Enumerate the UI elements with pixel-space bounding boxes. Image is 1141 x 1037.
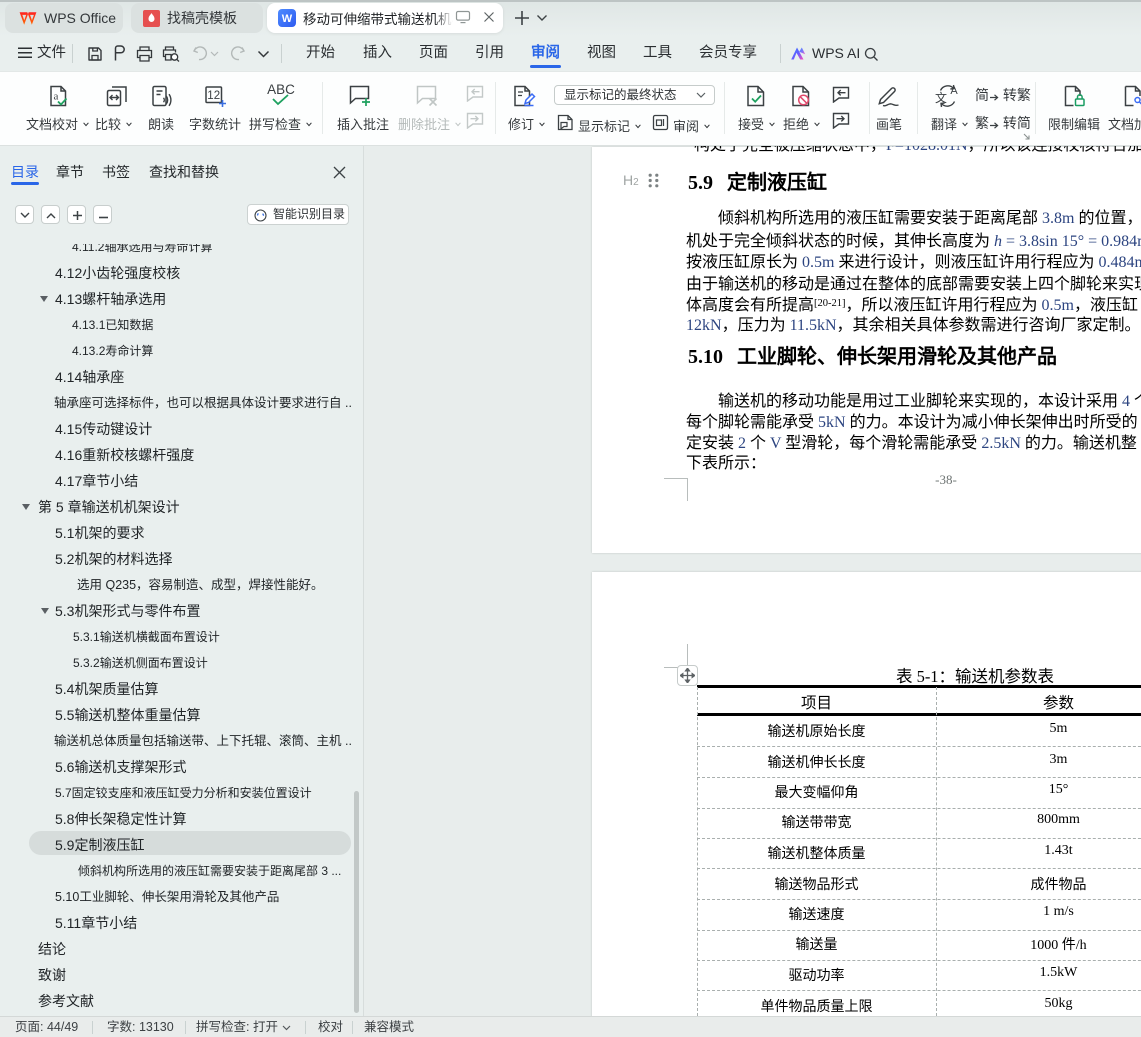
svg-text:12: 12 — [207, 90, 220, 102]
svg-text:ABC: ABC — [267, 82, 295, 97]
svg-text:a: a — [54, 91, 59, 103]
svg-text:W: W — [282, 13, 293, 25]
